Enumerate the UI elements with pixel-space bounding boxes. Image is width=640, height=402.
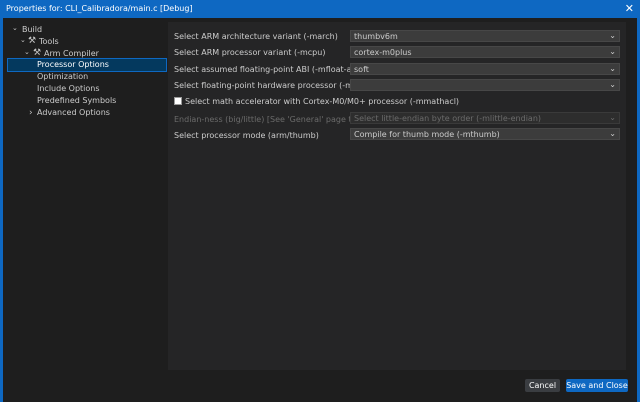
chevron-down-icon[interactable]: ⌄ bbox=[12, 22, 18, 34]
tree-item-label: Advanced Options bbox=[37, 108, 110, 117]
march-value: thumbv6m bbox=[354, 32, 398, 41]
mcpu-label: Select ARM processor variant (-mcpu) bbox=[174, 48, 326, 57]
tree-item-label: Predefined Symbols bbox=[37, 96, 117, 105]
chevron-down-icon: ⌄ bbox=[609, 129, 616, 138]
chevron-down-icon: ⌄ bbox=[609, 64, 616, 73]
tree-item-include-options[interactable]: Include Options bbox=[8, 83, 166, 95]
mode-label: Select processor mode (arm/thumb) bbox=[174, 131, 319, 140]
cancel-button[interactable]: Cancel bbox=[525, 379, 560, 392]
tree-item-advanced-options[interactable]: › Advanced Options bbox=[8, 107, 166, 119]
mfloat-abi-select[interactable]: soft ⌄ bbox=[350, 63, 620, 75]
tree-item-processor-options[interactable]: Processor Options bbox=[7, 58, 167, 72]
mmathacl-checkbox[interactable] bbox=[174, 97, 182, 105]
settings-tree: ⌄ Build ⌄ ⚒ Tools ⌄ ⚒ Arm Compiler Proce… bbox=[7, 22, 167, 370]
mfpu-select[interactable]: ⌄ bbox=[350, 79, 620, 91]
wrench-icon: ⚒ bbox=[33, 48, 42, 58]
chevron-down-icon: ⌄ bbox=[609, 47, 616, 56]
mode-value: Compile for thumb mode (-mthumb) bbox=[354, 130, 500, 139]
endian-select: Select little-endian byte order (-mlittl… bbox=[350, 112, 620, 124]
march-label: Select ARM architecture variant (-march) bbox=[174, 32, 338, 41]
window-title: Properties for: CLI_Calibradora/main.c [… bbox=[6, 4, 193, 13]
tree-item-optimization[interactable]: Optimization bbox=[8, 71, 166, 83]
chevron-right-icon[interactable]: › bbox=[29, 107, 33, 119]
title-bar: Properties for: CLI_Calibradora/main.c [… bbox=[0, 0, 640, 18]
chevron-down-icon: ⌄ bbox=[609, 113, 616, 122]
chevron-down-icon: ⌄ bbox=[609, 31, 616, 40]
chevron-down-icon[interactable]: ⌄ bbox=[24, 46, 30, 58]
close-icon[interactable]: ✕ bbox=[625, 2, 634, 15]
save-and-close-button[interactable]: Save and Close bbox=[566, 379, 628, 392]
march-select[interactable]: thumbv6m ⌄ bbox=[350, 30, 620, 42]
tree-item-label: Tools bbox=[39, 37, 59, 46]
tree-item-predefined-symbols[interactable]: Predefined Symbols bbox=[8, 95, 166, 107]
tree-item-tools[interactable]: ⌄ ⚒ Tools bbox=[8, 36, 166, 48]
tree-item-label: Include Options bbox=[37, 84, 100, 93]
mode-select[interactable]: Compile for thumb mode (-mthumb) ⌄ bbox=[350, 128, 620, 140]
processor-options-panel: Select ARM architecture variant (-march)… bbox=[168, 22, 626, 370]
tree-item-label: Optimization bbox=[37, 72, 89, 81]
mfloat-abi-label: Select assumed floating-point ABI (-mflo… bbox=[174, 65, 362, 74]
mfloat-abi-value: soft bbox=[354, 65, 369, 74]
chevron-down-icon[interactable]: ⌄ bbox=[20, 34, 26, 46]
mcpu-select[interactable]: cortex-m0plus ⌄ bbox=[350, 46, 620, 58]
window-border-left bbox=[0, 18, 3, 402]
chevron-down-icon: ⌄ bbox=[609, 80, 616, 89]
mfpu-label: Select floating-point hardware processor… bbox=[174, 81, 369, 90]
mmathacl-label: Select math accelerator with Cortex-M0/M… bbox=[185, 97, 460, 106]
mcpu-value: cortex-m0plus bbox=[354, 48, 412, 57]
tree-item-label: Processor Options bbox=[37, 60, 109, 69]
endian-value: Select little-endian byte order (-mlittl… bbox=[354, 114, 542, 123]
endian-label: Endian-ness (big/little) [See 'General' … bbox=[174, 115, 378, 124]
